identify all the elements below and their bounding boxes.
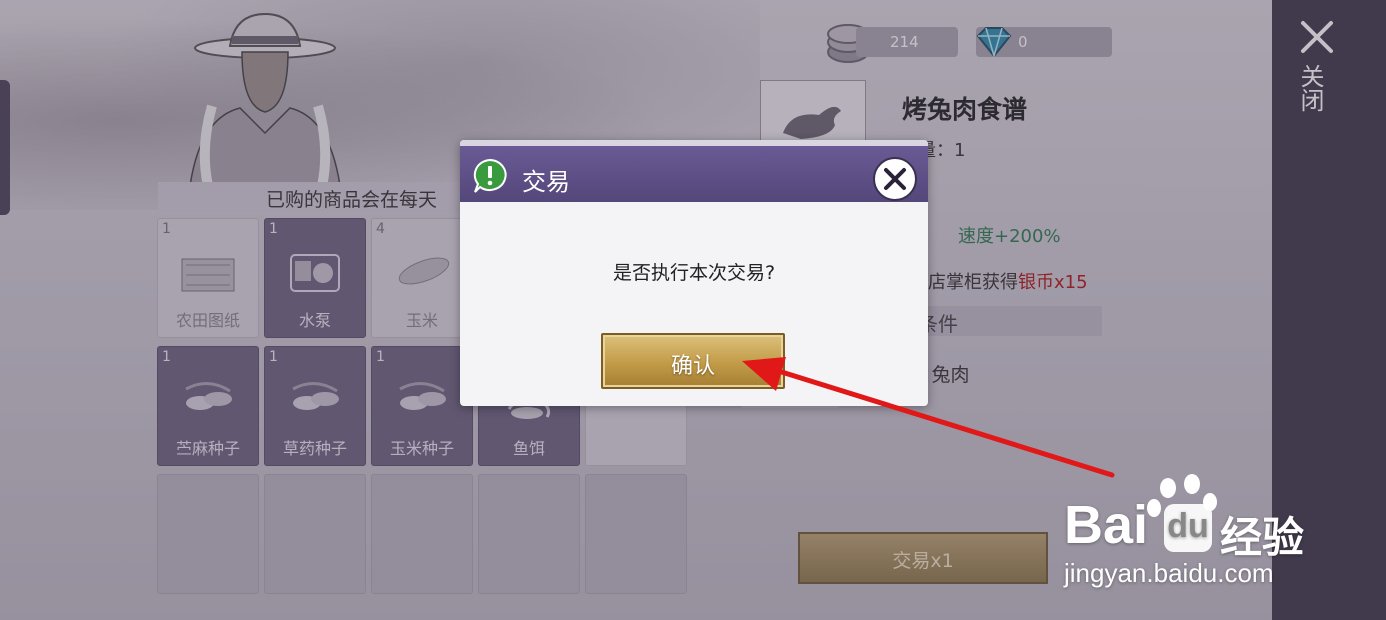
dialog-message: 是否执行本次交易?	[612, 262, 776, 284]
watermark-brand-suffix: 经验	[1220, 514, 1305, 561]
annotation-arrow	[742, 357, 1115, 478]
watermark-brand: Bai	[1064, 495, 1149, 555]
dialog-title: 交易	[522, 168, 570, 196]
alert-icon	[473, 158, 507, 193]
watermark-url: jingyan.baidu.com	[1064, 558, 1274, 588]
dialog-header: 交易	[460, 140, 928, 202]
du-logo-icon: du	[1164, 504, 1212, 552]
dialog-close-icon[interactable]	[872, 156, 918, 202]
baidu-watermark: Bai du 经验 jingyan.baidu.com	[1064, 470, 1364, 590]
